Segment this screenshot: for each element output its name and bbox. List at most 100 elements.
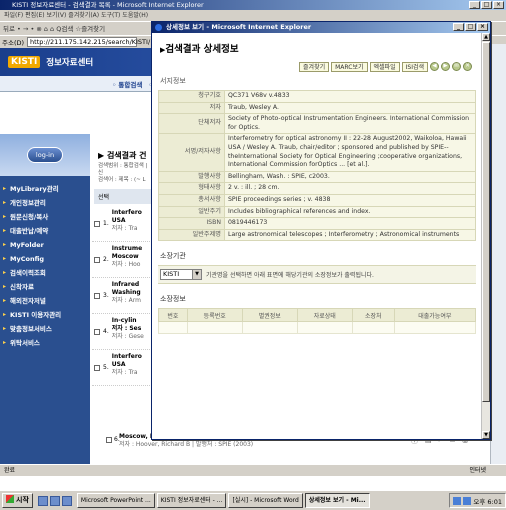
minimize-icon[interactable]: _	[453, 23, 464, 31]
field-value: 2 v. : ill. ; 28 cm.	[224, 182, 476, 195]
marc-view-button[interactable]: MARC보기	[331, 62, 368, 72]
result-title[interactable]: In-cylin	[112, 317, 144, 325]
holding-institution-select[interactable]: KISTI ▼	[160, 269, 202, 281]
prev-icon[interactable]: ◀	[430, 62, 439, 71]
sidebar-item-myconfig[interactable]: MyConfig	[0, 252, 90, 266]
list-item[interactable]: 4. In-cylin 저자 : Ses 저자 : Gese	[92, 314, 154, 350]
table-cell	[296, 321, 353, 335]
background-menubar[interactable]: 파일(F) 편집(E) 보기(V) 즐겨찾기(A) 도구(T) 도움말(H)	[0, 10, 506, 21]
list-item[interactable]: 5. Interfero USA 저자 : Tra	[92, 350, 154, 386]
table-cell	[186, 321, 243, 335]
sidebar-item-ejournals[interactable]: 해외전자저널	[0, 294, 90, 308]
result-text[interactable]: Infrared Washing 저자 : Arm	[112, 281, 141, 311]
favorites-button[interactable]: 즐겨찾기	[299, 62, 330, 72]
status-zone: 인터넷	[469, 467, 486, 474]
quick-launch	[35, 495, 75, 506]
result-text[interactable]: Interfero USA 저자 : Tra	[112, 209, 142, 239]
close-icon[interactable]: ×	[493, 1, 504, 9]
isi-search-button[interactable]: ISI검색	[401, 62, 428, 72]
result-checkbox[interactable]	[106, 437, 112, 443]
next-icon[interactable]: ▶	[441, 62, 450, 71]
sidebar-item-fulltext-request[interactable]: 원문신청/복사	[0, 210, 90, 224]
sidebar-item-consignment[interactable]: 위탁서비스	[0, 336, 90, 350]
desktop-icon[interactable]	[37, 495, 48, 506]
list-item[interactable]: 1. Interfero USA 저자 : Tra	[92, 206, 154, 242]
table-cell	[393, 321, 477, 335]
field-value: Traub, Wesley A.	[224, 101, 476, 115]
address-input[interactable]: http://211.175.142.215/search/KISTI/	[27, 37, 150, 47]
sidebar-item-user-admin[interactable]: KISTI 이용자관리	[0, 308, 90, 322]
minimize-icon[interactable]: _	[469, 1, 480, 9]
ie-icon[interactable]	[49, 495, 60, 506]
result-checkbox[interactable]	[94, 293, 100, 299]
result-author: 저자 : Tra	[111, 369, 138, 376]
chevron-down-icon[interactable]: ▼	[192, 270, 201, 280]
sidebar-item-new-arrivals[interactable]: 신착자료	[0, 280, 90, 294]
sidebar-item-loans[interactable]: 대출반납/예약	[0, 224, 90, 238]
field-value: Society of Photo-optical Instrumentation…	[224, 113, 476, 135]
start-button[interactable]: 시작	[2, 493, 33, 508]
list-item[interactable]: 3. Infrared Washing 저자 : Arm	[92, 278, 154, 314]
scroll-up-icon[interactable]: ▲	[482, 33, 490, 41]
taskbar-item-word[interactable]: [실시] - Microsoft Word	[228, 493, 303, 508]
result-checkbox[interactable]	[94, 257, 100, 263]
result-title[interactable]: Interfero	[112, 353, 142, 361]
list-item[interactable]: 2. Instrume Moscow 저자 : Hoo	[92, 242, 154, 278]
tray-icon[interactable]	[453, 496, 462, 505]
clock[interactable]: 오후 6:01	[473, 496, 502, 506]
field-label: 청구기호	[158, 90, 225, 103]
close-icon[interactable]: ✕	[463, 62, 472, 71]
field-value: Interferometry for optical astronomy II …	[224, 133, 476, 172]
location-table: 번호 등록번호 별권정보 자료상태 소장처 대출가능여부	[158, 308, 477, 335]
close-icon[interactable]: ×	[477, 23, 488, 31]
result-checkbox[interactable]	[94, 329, 100, 335]
result-title[interactable]: Instrume	[112, 245, 143, 253]
scroll-down-icon[interactable]: ▼	[482, 431, 490, 439]
result-text[interactable]: Instrume Moscow 저자 : Hoo	[112, 245, 143, 275]
login-button[interactable]: log-in	[26, 147, 64, 163]
col-header-loanable: 대출가능여부	[393, 308, 477, 323]
sidebar-item-personal-info[interactable]: 개인정보관리	[0, 196, 90, 210]
site-title: 정보자료센터	[46, 58, 94, 68]
maximize-icon[interactable]: □	[481, 1, 492, 9]
result-checkbox[interactable]	[94, 365, 100, 371]
sidebar-item-myfolder[interactable]: MyFolder	[0, 238, 90, 252]
sidebar-item-search-history[interactable]: 검색이력조회	[0, 266, 90, 280]
result-author: 저자 : Hoo	[111, 261, 141, 268]
taskbar-item-detail-view[interactable]: 상세정보 보기 - Mi...	[304, 493, 370, 508]
page-title: 검색결과 상세정보	[158, 37, 476, 55]
result-author: 저자 : Gese	[111, 333, 144, 340]
kisti-logo[interactable]: KISTI	[8, 56, 41, 68]
result-number: 5.	[103, 364, 109, 371]
background-titlebar[interactable]: KISTI 정보자료센터 - 검색결과 목록 - Microsoft Inter…	[0, 0, 506, 10]
result-title[interactable]: Interfero	[112, 209, 142, 217]
background-scrollbar[interactable]	[490, 44, 506, 464]
result-place: Moscow	[111, 253, 139, 260]
sidebar-item-custom-service[interactable]: 맞춤정보서비스	[0, 322, 90, 336]
scroll-thumb[interactable]	[482, 42, 490, 402]
result-place: 저자 : Ses	[111, 325, 142, 332]
tray-icon[interactable]	[463, 496, 472, 505]
result-checkbox[interactable]	[94, 221, 100, 227]
table-row: ISBN 0819446173	[158, 217, 476, 230]
result-text[interactable]: In-cylin 저자 : Ses 저자 : Gese	[112, 317, 144, 347]
results-title: ▶ 검색결과 건	[98, 151, 147, 160]
result-author: 저자 : Tra	[111, 225, 138, 232]
popup-titlebar[interactable]: 상세정보 보기 - Microsoft Internet Explorer _ …	[152, 22, 490, 33]
subnav-integrated-search[interactable]: ◦ 통합검색	[112, 79, 142, 89]
field-label: 저자	[158, 101, 225, 115]
result-title[interactable]: Infrared	[112, 281, 141, 289]
taskbar-item-powerpoint[interactable]: Microsoft PowerPoint ...	[76, 493, 155, 508]
detail-toolbar: 즐겨찾기 MARC보기 엑셀파일 ISI검색 ◀ ▶ ✉ ✕	[158, 62, 476, 72]
outlook-icon[interactable]	[61, 495, 72, 506]
excel-file-button[interactable]: 엑셀파일	[369, 62, 400, 72]
ie-icon	[155, 24, 162, 31]
mail-icon[interactable]: ✉	[452, 62, 461, 71]
sidebar-item-mylibrary[interactable]: MyLibrary관리	[0, 182, 90, 196]
col-header-volume-info: 별권정보	[241, 308, 298, 323]
maximize-icon[interactable]: □	[465, 23, 476, 31]
result-text[interactable]: Interfero USA 저자 : Tra	[112, 353, 142, 383]
holding-section-label: 소장기관	[160, 252, 186, 261]
taskbar-item-kisti[interactable]: KISTI 정보자료센터 - ...	[156, 493, 227, 508]
popup-scrollbar[interactable]: ▲ ▼	[481, 33, 490, 439]
